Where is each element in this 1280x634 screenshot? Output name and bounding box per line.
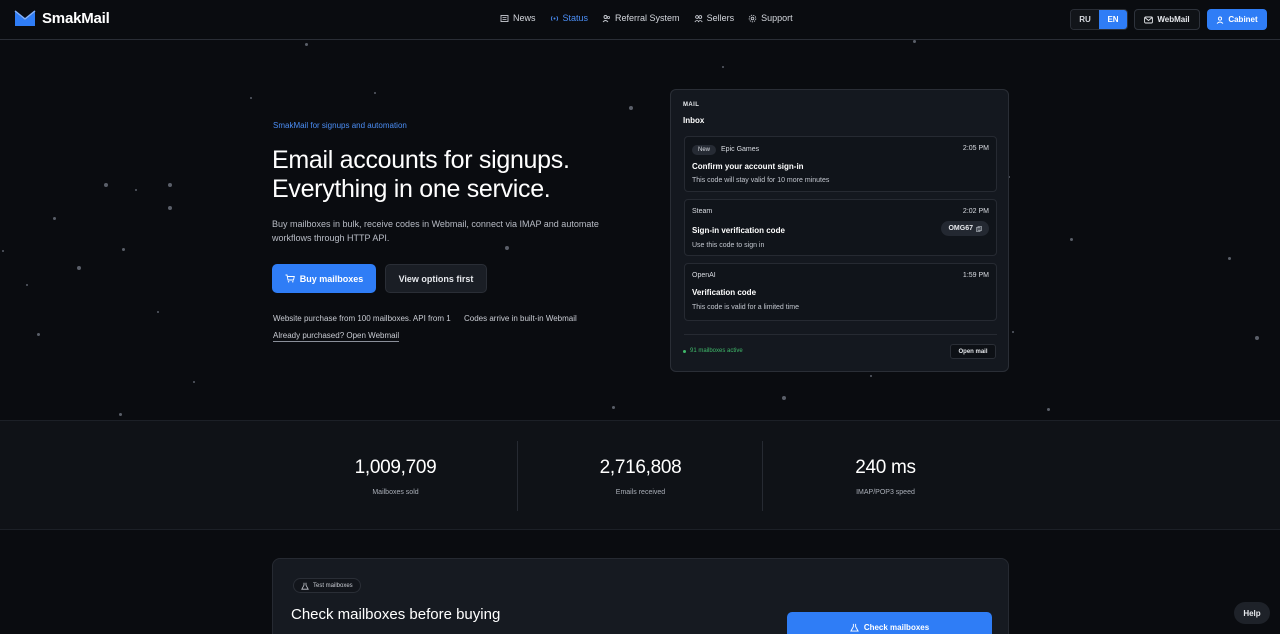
users-icon bbox=[602, 14, 611, 22]
stat-value: 1,009,709 bbox=[354, 457, 437, 478]
open-webmail-link[interactable]: Already purchased? Open Webmail bbox=[273, 331, 400, 342]
help-button[interactable]: Help bbox=[1234, 602, 1270, 624]
lang-ru-button[interactable]: RU bbox=[1071, 10, 1099, 29]
stat-value: 240 ms bbox=[855, 457, 916, 478]
check-mailboxes-label: Check mailboxes bbox=[863, 622, 930, 632]
stat-label: IMAP/POP3 speed bbox=[856, 489, 915, 496]
main-nav: News Status Referral System Sellers Supp… bbox=[500, 13, 793, 23]
nav-label-status: Status bbox=[562, 13, 589, 23]
hero-title: Email accounts for signups. Everything i… bbox=[272, 146, 570, 204]
mail-preview-panel: MAIL Inbox New Epic Games 2:05 PM Confirm… bbox=[670, 89, 1009, 372]
mail-body: This code will stay valid for 10 more mi… bbox=[692, 177, 830, 184]
brand-name: SmakMail bbox=[42, 10, 110, 27]
stat-label: Mailboxes sold bbox=[372, 489, 419, 496]
language-switcher: RU EN bbox=[1070, 9, 1128, 30]
active-mailboxes-text: 91 mailboxes active bbox=[690, 348, 743, 354]
mail-item[interactable]: Steam 2:02 PM Sign-in verification code … bbox=[684, 199, 997, 256]
webmail-label: WebMail bbox=[1157, 15, 1190, 24]
stat-label: Emails received bbox=[615, 489, 666, 496]
mail-body: Use this code to sign in bbox=[692, 242, 765, 249]
nav-item-referral[interactable]: Referral System bbox=[602, 13, 680, 23]
mail-subject: Sign-in verification code bbox=[692, 226, 785, 235]
flask-icon bbox=[849, 623, 859, 632]
mail-footer-divider bbox=[684, 334, 997, 335]
new-badge: New bbox=[692, 145, 717, 155]
stat-imap-speed: 240 ms IMAP/POP3 speed bbox=[763, 421, 1008, 531]
verification-code-pill[interactable]: OMG67 bbox=[941, 221, 989, 236]
purchase-note: Website purchase from 100 mailboxes. API… bbox=[273, 314, 451, 323]
group-icon bbox=[694, 14, 703, 22]
mail-item[interactable]: New Epic Games 2:05 PM Confirm your accou… bbox=[684, 136, 997, 192]
mail-item[interactable]: OpenAI 1:59 PM Verification code This co… bbox=[684, 263, 997, 321]
gear-icon bbox=[748, 14, 757, 22]
buy-mailboxes-button[interactable]: Buy mailboxes bbox=[272, 264, 376, 293]
copy-icon bbox=[976, 225, 982, 232]
nav-label-sellers: Sellers bbox=[706, 13, 735, 23]
mail-sender: OpenAI bbox=[692, 272, 716, 279]
webmail-button[interactable]: WebMail bbox=[1134, 9, 1200, 30]
mail-sender: Steam bbox=[692, 208, 713, 215]
view-options-button[interactable]: View options first bbox=[385, 264, 487, 293]
mail-body: This code is valid for a limited time bbox=[692, 304, 799, 311]
mail-section-label: MAIL bbox=[683, 102, 700, 108]
flask-icon bbox=[301, 582, 309, 590]
verification-code: OMG67 bbox=[948, 225, 973, 232]
cart-icon bbox=[285, 274, 295, 283]
test-mailboxes-title: Check mailboxes before buying bbox=[291, 606, 501, 623]
hero-description: Buy mailboxes in bulk, receive codes in … bbox=[272, 219, 599, 243]
nav-label-support: Support bbox=[761, 13, 793, 23]
lang-en-button[interactable]: EN bbox=[1099, 10, 1127, 29]
inbox-title: Inbox bbox=[683, 116, 705, 125]
user-icon bbox=[1217, 16, 1224, 24]
newspaper-icon bbox=[500, 14, 509, 22]
envelope-icon bbox=[1144, 16, 1154, 23]
nav-item-sellers[interactable]: Sellers bbox=[694, 13, 735, 23]
check-mailboxes-button[interactable]: Check mailboxes bbox=[787, 612, 992, 634]
hero-title-line1: Email accounts for signups. bbox=[272, 146, 570, 174]
test-mailboxes-tag: Test mailboxes bbox=[293, 578, 361, 593]
signal-icon bbox=[550, 15, 558, 21]
cabinet-button[interactable]: Cabinet bbox=[1207, 9, 1267, 30]
stat-value: 2,716,808 bbox=[599, 457, 682, 478]
hero-tagline: SmakMail for signups and automation bbox=[273, 121, 407, 130]
mail-time: 2:02 PM bbox=[962, 208, 989, 215]
mail-time: 2:05 PM bbox=[962, 145, 989, 152]
nav-item-support[interactable]: Support bbox=[748, 13, 793, 23]
active-mailboxes-status: 91 mailboxes active bbox=[683, 348, 743, 354]
top-navbar: SmakMail News Status Referral System Sel… bbox=[0, 0, 1280, 40]
stats-bar: 1,009,709 Mailboxes sold 2,716,808 Email… bbox=[0, 420, 1280, 530]
mail-subject: Confirm your account sign-in bbox=[692, 162, 804, 171]
codes-note: Codes arrive in built-in Webmail bbox=[464, 314, 577, 323]
nav-item-status[interactable]: Status bbox=[550, 13, 589, 23]
status-dot-icon bbox=[683, 349, 686, 353]
nav-label-news: News bbox=[513, 13, 536, 23]
mail-sender-row: New Epic Games bbox=[692, 145, 759, 155]
mail-logo-icon bbox=[14, 10, 36, 26]
brand-logo[interactable]: SmakMail bbox=[14, 10, 110, 27]
buy-mailboxes-label: Buy mailboxes bbox=[299, 273, 364, 284]
stat-mailboxes-sold: 1,009,709 Mailboxes sold bbox=[273, 421, 518, 531]
mail-subject: Verification code bbox=[692, 288, 757, 297]
stat-emails-received: 2,716,808 Emails received bbox=[518, 421, 763, 531]
nav-label-referral: Referral System bbox=[615, 13, 680, 23]
open-mail-button[interactable]: Open mail bbox=[950, 344, 996, 359]
nav-item-news[interactable]: News bbox=[500, 13, 536, 23]
mail-time: 1:59 PM bbox=[962, 272, 989, 279]
test-mailboxes-tag-label: Test mailboxes bbox=[313, 582, 353, 589]
test-mailboxes-card: Test mailboxes Check mailboxes before bu… bbox=[272, 558, 1009, 634]
cabinet-label: Cabinet bbox=[1228, 15, 1258, 24]
hero-title-line2: Everything in one service. bbox=[272, 175, 551, 203]
mail-sender: Epic Games bbox=[721, 146, 760, 153]
